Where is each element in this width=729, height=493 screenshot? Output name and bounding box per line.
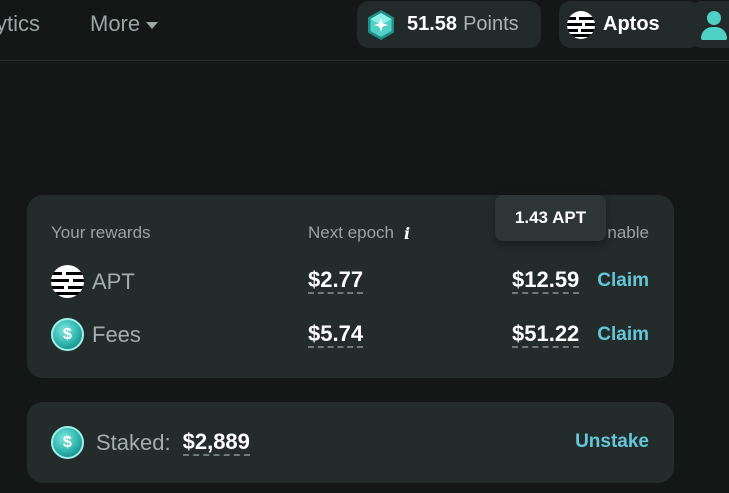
reward-row-fees: $ Fees <box>51 318 141 351</box>
apt-next-epoch-value: $2.77 <box>308 267 364 294</box>
dollar-coin-icon: $ <box>51 426 84 459</box>
nav-analytics-link[interactable]: ytics <box>0 12 40 36</box>
nav-more-dropdown[interactable]: More <box>90 11 159 36</box>
apt-claimable-value: $12.59 <box>512 267 580 294</box>
user-icon <box>699 10 729 40</box>
network-label: Aptos <box>603 13 660 35</box>
gem-icon <box>368 9 394 40</box>
points-label: Points <box>463 13 519 35</box>
aptos-logo-icon <box>567 10 595 39</box>
staked-value: $2,889 <box>182 428 250 456</box>
nav-more-label: More <box>90 11 141 36</box>
reward-name-fees: Fees <box>92 321 141 347</box>
points-value: 51.58 <box>407 13 458 35</box>
points-button[interactable]: 51.58 Points <box>357 1 541 48</box>
info-icon[interactable]: i <box>404 224 410 243</box>
staked-label: Staked: <box>96 429 171 455</box>
dollar-coin-icon: $ <box>51 318 84 351</box>
reward-name-apt: APT <box>92 268 135 294</box>
next-epoch-label: Next epoch <box>308 223 394 242</box>
staked-card: $ Staked: $2,889 Unstake <box>27 402 674 483</box>
fees-next-epoch-value: $5.74 <box>308 321 364 348</box>
claim-fees-button[interactable]: Claim <box>597 324 649 346</box>
reward-row-apt: APT <box>51 265 135 298</box>
apt-amount-tooltip: 1.43 APT <box>495 195 606 241</box>
claimable-header: nable <box>607 223 649 242</box>
chevron-down-icon <box>146 21 159 29</box>
claim-apt-button[interactable]: Claim <box>597 270 649 292</box>
network-selector[interactable]: Aptos <box>559 1 700 48</box>
top-nav: ytics More 51.58 Points Aptos <box>0 0 729 61</box>
unstake-button[interactable]: Unstake <box>575 431 649 453</box>
next-epoch-header: Next epoch i <box>308 223 410 243</box>
your-rewards-header: Your rewards <box>51 223 151 242</box>
aptos-logo-icon <box>51 265 84 298</box>
user-menu-button[interactable] <box>690 1 729 48</box>
fees-claimable-value: $51.22 <box>512 321 580 348</box>
staked-summary: $ Staked: $2,889 <box>51 426 250 459</box>
